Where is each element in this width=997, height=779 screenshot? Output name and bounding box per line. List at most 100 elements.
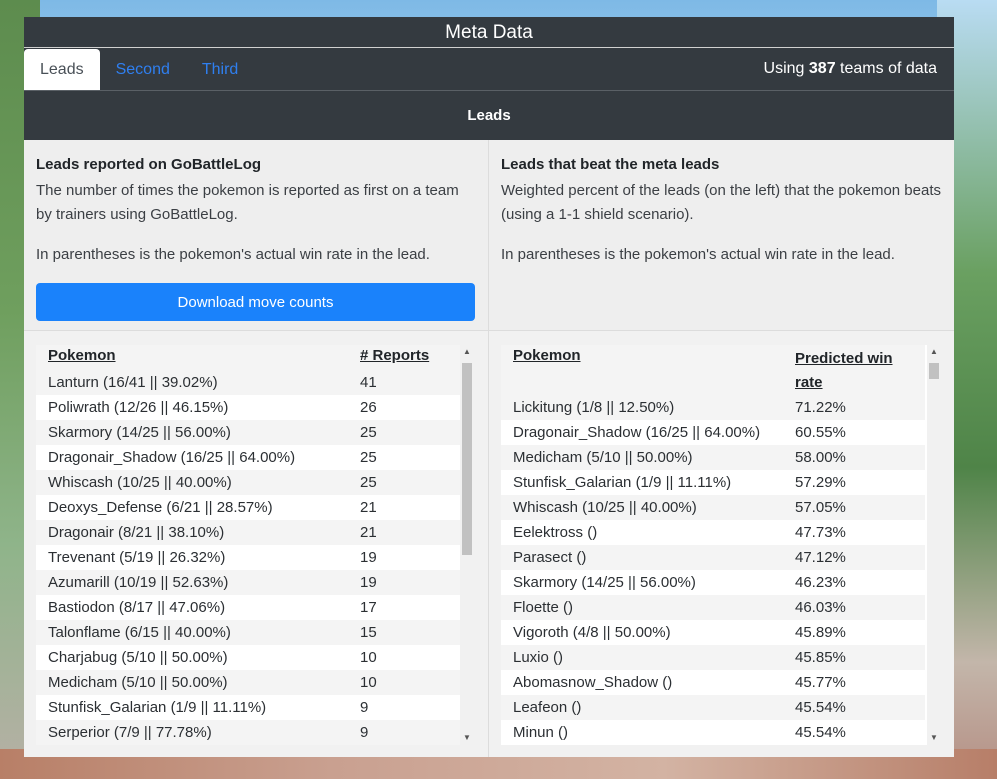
table-row: Dragonair (8/21 || 38.10%) 21 bbox=[36, 520, 460, 545]
pokemon-cell: Minun () bbox=[501, 720, 783, 745]
value-cell: 60.55% bbox=[783, 420, 925, 445]
pokemon-cell: Bastiodon (8/17 || 47.06%) bbox=[36, 595, 348, 620]
leads-beat-meta-table: Pokemon Predicted win rate Lickitung (1/… bbox=[501, 345, 925, 745]
pokemon-cell: Floette () bbox=[501, 595, 783, 620]
table-row: Trevenant (5/19 || 26.32%) 19 bbox=[36, 545, 460, 570]
leads-reported-table-container[interactable]: Pokemon # Reports Lanturn (16/41 || 39.0… bbox=[36, 345, 474, 745]
value-cell: 10 bbox=[348, 645, 460, 670]
leads-reported-description: Leads reported on GoBattleLog The number… bbox=[24, 140, 488, 331]
pokemon-cell: Lickitung (1/8 || 12.50%) bbox=[501, 395, 783, 420]
pokemon-cell: Talonflame (6/15 || 40.00%) bbox=[36, 620, 348, 645]
value-cell: 21 bbox=[348, 495, 460, 520]
pokemon-cell: Stunfisk_Galarian (1/9 || 11.11%) bbox=[36, 695, 348, 720]
value-cell: 25 bbox=[348, 470, 460, 495]
scrollbar-thumb[interactable] bbox=[462, 363, 472, 555]
teams-info-prefix: Using bbox=[763, 60, 805, 77]
value-cell: 9 bbox=[348, 695, 460, 720]
scroll-up-arrow-icon[interactable]: ▲ bbox=[927, 345, 941, 359]
value-cell: 58.00% bbox=[783, 445, 925, 470]
value-cell: 46.23% bbox=[783, 570, 925, 595]
value-cell: 45.54% bbox=[783, 695, 925, 720]
tab-bar: Leads Second Third Using 387 teams of da… bbox=[24, 48, 954, 90]
value-cell: 45.85% bbox=[783, 645, 925, 670]
table-row: Skarmory (14/25 || 56.00%) 46.23% bbox=[501, 570, 925, 595]
table-row: Leafeon () 45.54% bbox=[501, 695, 925, 720]
pokemon-cell: Poliwrath (12/26 || 46.15%) bbox=[36, 395, 348, 420]
leads-beat-meta-heading: Leads that beat the meta leads bbox=[501, 156, 720, 173]
page-title: Meta Data bbox=[24, 17, 954, 48]
pokemon-cell: Luxio () bbox=[501, 645, 783, 670]
scroll-down-arrow-icon[interactable]: ▼ bbox=[460, 731, 474, 745]
table-row: Parasect () 47.12% bbox=[501, 545, 925, 570]
table-row: Poliwrath (12/26 || 46.15%) 26 bbox=[36, 395, 460, 420]
value-cell: 19 bbox=[348, 545, 460, 570]
pokemon-cell: Dragonair_Shadow (16/25 || 64.00%) bbox=[501, 420, 783, 445]
pokemon-cell: Charjabug (5/10 || 50.00%) bbox=[36, 645, 348, 670]
scroll-up-arrow-icon[interactable]: ▲ bbox=[460, 345, 474, 359]
pokemon-cell: Serperior (7/9 || 77.78%) bbox=[36, 720, 348, 745]
leads-beat-meta-table-container[interactable]: Pokemon Predicted win rate Lickitung (1/… bbox=[501, 345, 941, 745]
table-row: Vigoroth (4/8 || 50.00%) 45.89% bbox=[501, 620, 925, 645]
pokemon-cell: Azumarill (10/19 || 52.63%) bbox=[36, 570, 348, 595]
table-row: Serperior (7/9 || 77.78%) 9 bbox=[36, 720, 460, 745]
teams-info: Using 387 teams of data bbox=[764, 48, 937, 90]
value-cell: 26 bbox=[348, 395, 460, 420]
table-row: Dragonair_Shadow (16/25 || 64.00%) 25 bbox=[36, 445, 460, 470]
value-cell: 57.05% bbox=[783, 495, 925, 520]
pokemon-cell: Lanturn (16/41 || 39.02%) bbox=[36, 370, 348, 395]
pokemon-cell: Dragonair_Shadow (16/25 || 64.00%) bbox=[36, 445, 348, 470]
table-row: Stunfisk_Galarian (1/9 || 11.11%) 57.29% bbox=[501, 470, 925, 495]
table-row: Bastiodon (8/17 || 47.06%) 17 bbox=[36, 595, 460, 620]
leads-reported-table: Pokemon # Reports Lanturn (16/41 || 39.0… bbox=[36, 345, 460, 745]
pokemon-cell: Whiscash (10/25 || 40.00%) bbox=[501, 495, 783, 520]
column-header-reports[interactable]: # Reports bbox=[348, 345, 460, 370]
table-row: Deoxys_Defense (6/21 || 28.57%) 21 bbox=[36, 495, 460, 520]
column-header-pokemon[interactable]: Pokemon bbox=[36, 345, 348, 370]
left-table-scrollbar[interactable]: ▲ ▼ bbox=[460, 345, 474, 745]
leads-reported-column: Leads reported on GoBattleLog The number… bbox=[24, 140, 489, 757]
meta-data-panel: Meta Data Leads Second Third Using 387 t… bbox=[24, 17, 954, 757]
value-cell: 45.54% bbox=[783, 720, 925, 745]
table-row: Lickitung (1/8 || 12.50%) 71.22% bbox=[501, 395, 925, 420]
section-title: Leads bbox=[24, 90, 954, 140]
table-row: Talonflame (6/15 || 40.00%) 15 bbox=[36, 620, 460, 645]
tab-third[interactable]: Third bbox=[186, 49, 254, 90]
pokemon-cell: Deoxys_Defense (6/21 || 28.57%) bbox=[36, 495, 348, 520]
value-cell: 45.77% bbox=[783, 670, 925, 695]
value-cell: 47.73% bbox=[783, 520, 925, 545]
value-cell: 47.12% bbox=[783, 545, 925, 570]
teams-count: 387 bbox=[808, 60, 836, 77]
download-move-counts-button[interactable]: Download move counts bbox=[36, 283, 475, 321]
pokemon-cell: Whiscash (10/25 || 40.00%) bbox=[36, 470, 348, 495]
column-header-pokemon[interactable]: Pokemon bbox=[501, 345, 783, 395]
value-cell: 41 bbox=[348, 370, 460, 395]
value-cell: 10 bbox=[348, 670, 460, 695]
value-cell: 9 bbox=[348, 720, 460, 745]
pokemon-cell: Leafeon () bbox=[501, 695, 783, 720]
tab-second[interactable]: Second bbox=[100, 49, 186, 90]
leads-beat-meta-column: Leads that beat the meta leads Weighted … bbox=[489, 140, 954, 757]
column-header-predicted-win-rate[interactable]: Predicted win rate bbox=[783, 345, 925, 395]
tab-leads[interactable]: Leads bbox=[24, 49, 100, 90]
pokemon-cell: Vigoroth (4/8 || 50.00%) bbox=[501, 620, 783, 645]
value-cell: 17 bbox=[348, 595, 460, 620]
value-cell: 45.89% bbox=[783, 620, 925, 645]
leads-reported-desc-2: In parentheses is the pokemon's actual w… bbox=[36, 246, 430, 263]
scroll-down-arrow-icon[interactable]: ▼ bbox=[927, 731, 941, 745]
table-row: Luxio () 45.85% bbox=[501, 645, 925, 670]
value-cell: 25 bbox=[348, 445, 460, 470]
pokemon-cell: Abomasnow_Shadow () bbox=[501, 670, 783, 695]
pokemon-cell: Skarmory (14/25 || 56.00%) bbox=[36, 420, 348, 445]
right-table-scrollbar[interactable]: ▲ ▼ bbox=[927, 345, 941, 745]
teams-info-suffix: teams of data bbox=[840, 60, 937, 77]
table-row: Skarmory (14/25 || 56.00%) 25 bbox=[36, 420, 460, 445]
scrollbar-thumb[interactable] bbox=[929, 363, 939, 379]
leads-beat-meta-desc-1: Weighted percent of the leads (on the le… bbox=[501, 182, 942, 223]
pokemon-cell: Medicham (5/10 || 50.00%) bbox=[501, 445, 783, 470]
table-row: Eelektross () 47.73% bbox=[501, 520, 925, 545]
table-row: Whiscash (10/25 || 40.00%) 25 bbox=[36, 470, 460, 495]
table-row: Lanturn (16/41 || 39.02%) 41 bbox=[36, 370, 460, 395]
pokemon-cell: Parasect () bbox=[501, 545, 783, 570]
value-cell: 15 bbox=[348, 620, 460, 645]
table-row: Dragonair_Shadow (16/25 || 64.00%) 60.55% bbox=[501, 420, 925, 445]
